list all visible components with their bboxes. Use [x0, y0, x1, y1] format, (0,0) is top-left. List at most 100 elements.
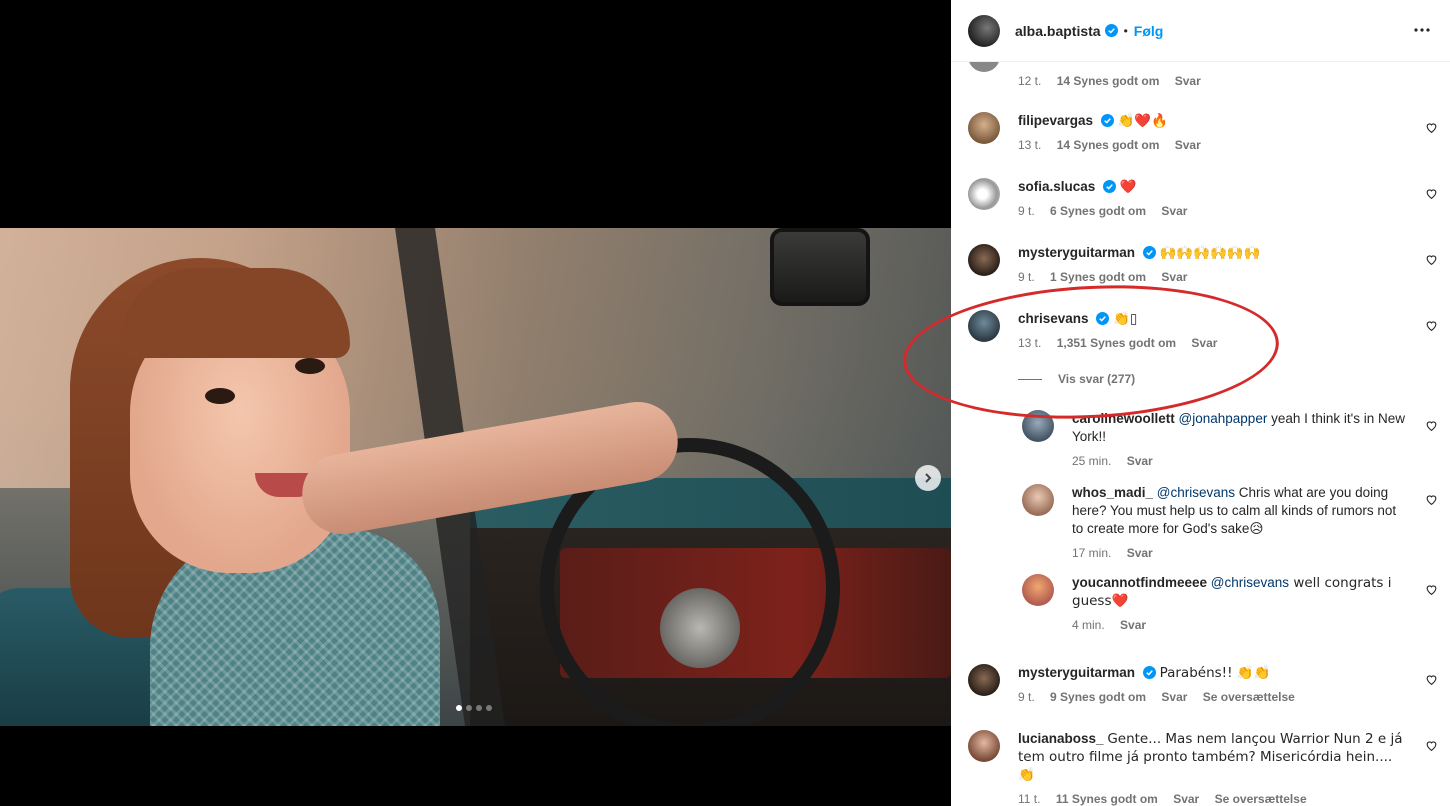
see-translation-button[interactable]: Se oversættelse: [1203, 690, 1295, 704]
comment-likes[interactable]: 9 Synes godt om: [1050, 690, 1146, 704]
comment-likes[interactable]: 6 Synes godt om: [1050, 204, 1146, 218]
avatar[interactable]: [968, 730, 1000, 762]
comment-username[interactable]: filipevargas: [1018, 113, 1093, 128]
reply-button[interactable]: Svar: [1175, 138, 1201, 152]
comment-content: sofia.slucas ❤️ 9 t. 6 Synes godt om Sva…: [1018, 178, 1408, 220]
comment-username[interactable]: lucianaboss_: [1018, 731, 1104, 746]
reply-button[interactable]: Svar: [1175, 74, 1201, 88]
comment-meta: 9 t. 9 Synes godt om Svar Se oversættels…: [1018, 688, 1408, 706]
carousel-indicator: [456, 705, 492, 711]
verified-badge-icon: [1096, 312, 1110, 325]
comment-meta: 13 t. 1,351 Synes godt om Svar: [1018, 334, 1408, 352]
carousel-dot: [466, 705, 472, 711]
avatar[interactable]: [1022, 484, 1054, 516]
comment-username[interactable]: sofia.slucas: [1018, 179, 1095, 194]
avatar[interactable]: [968, 14, 1000, 47]
more-options-icon[interactable]: [1412, 22, 1432, 38]
reply-time: 17 min.: [1072, 546, 1112, 560]
chevron-right-icon: [925, 473, 932, 483]
comment-content: filipevargas 👏❤️🔥 13 t. 14 Synes godt om…: [1018, 112, 1408, 154]
reply-content: whos_madi_ @chrisevans Chris what are yo…: [1072, 484, 1408, 562]
reply-button[interactable]: Svar: [1161, 270, 1187, 284]
avatar[interactable]: [968, 310, 1000, 342]
like-heart-icon[interactable]: [1425, 121, 1438, 134]
like-heart-icon[interactable]: [1425, 187, 1438, 200]
comment-time: 13 t.: [1018, 138, 1042, 152]
comment-likes[interactable]: 1 Synes godt om: [1050, 270, 1146, 284]
comment-item: sofia.slucas ❤️ 9 t. 6 Synes godt om Sva…: [968, 178, 1438, 228]
avatar[interactable]: [968, 112, 1000, 144]
like-heart-icon[interactable]: [1425, 493, 1438, 506]
reply-content: youcannotfindmeeee @chrisevans well cong…: [1072, 574, 1408, 634]
reply-username[interactable]: carolinewoollett: [1072, 411, 1175, 426]
comment-time: 9 t.: [1018, 270, 1035, 284]
reply-button[interactable]: Svar: [1161, 204, 1187, 218]
view-replies-button[interactable]: Vis svar (277): [1018, 372, 1135, 386]
avatar[interactable]: [1022, 574, 1054, 606]
reply-username[interactable]: whos_madi_: [1072, 485, 1153, 500]
post-author-username[interactable]: alba.baptista: [1015, 23, 1101, 39]
reply-button[interactable]: Svar: [1120, 618, 1146, 632]
comment-time: 9 t.: [1018, 204, 1035, 218]
comment-content: mysteryguitarman Parabéns!! 👏👏 9 t. 9 Sy…: [1018, 664, 1408, 706]
reply-mention[interactable]: @jonahpapper: [1179, 411, 1268, 426]
follow-button[interactable]: Følg: [1134, 23, 1164, 39]
reply-button[interactable]: Svar: [1127, 546, 1153, 560]
reply-meta: 17 min. Svar: [1072, 544, 1408, 562]
avatar[interactable]: [968, 664, 1000, 696]
avatar[interactable]: [968, 178, 1000, 210]
like-heart-icon[interactable]: [1425, 319, 1438, 332]
reply-meta: 25 min. Svar: [1072, 452, 1408, 470]
carousel-dot: [476, 705, 482, 711]
reply-mention[interactable]: @chrisevans: [1211, 575, 1289, 590]
comment-item: lucianaboss_ Gente... Mas nem lançou War…: [968, 730, 1438, 806]
person-eye-left: [205, 388, 235, 404]
reply-button[interactable]: Svar: [1173, 792, 1199, 806]
comment-meta: 9 t. 6 Synes godt om Svar: [1018, 202, 1408, 220]
like-heart-icon[interactable]: [1425, 739, 1438, 752]
like-heart-icon[interactable]: [1425, 583, 1438, 596]
comment-text: 👏: [1113, 311, 1130, 327]
reply-item: whos_madi_ @chrisevans Chris what are yo…: [1022, 484, 1438, 566]
comment-username[interactable]: chrisevans: [1018, 311, 1089, 326]
comment-meta: 9 t. 1 Synes godt om Svar: [1018, 268, 1408, 286]
reply-meta: 4 min. Svar: [1072, 616, 1408, 634]
see-translation-button[interactable]: Se oversættelse: [1215, 792, 1307, 806]
comments-panel: alba.baptista • Følg 12 t. 14 Synes godt…: [951, 0, 1450, 806]
comment-meta: 13 t. 14 Synes godt om Svar: [1018, 136, 1408, 154]
next-slide-button[interactable]: [915, 465, 941, 491]
post-photo[interactable]: [0, 228, 951, 726]
reply-username[interactable]: youcannotfindmeeee: [1072, 575, 1207, 590]
comment-content: chrisevans 👏▯ 13 t. 1,351 Synes godt om …: [1018, 310, 1408, 352]
like-heart-icon[interactable]: [1425, 673, 1438, 686]
comment-meta: 11 t. 11 Synes godt om Svar Se oversætte…: [1018, 790, 1408, 806]
like-heart-icon[interactable]: [1425, 419, 1438, 432]
person-eye-right: [295, 358, 325, 374]
reply-button[interactable]: Svar: [1127, 454, 1153, 468]
comment-username[interactable]: mysteryguitarman: [1018, 245, 1135, 260]
reply-mention[interactable]: @chrisevans: [1157, 485, 1235, 500]
comment-username[interactable]: mysteryguitarman: [1018, 665, 1135, 680]
person-bangs: [120, 268, 350, 358]
comment-text: 👏❤️🔥: [1117, 113, 1169, 129]
comment-likes[interactable]: 14 Synes godt om: [1057, 74, 1160, 88]
like-heart-icon[interactable]: [1425, 253, 1438, 266]
comment-item: mysteryguitarman Parabéns!! 👏👏 9 t. 9 Sy…: [968, 664, 1438, 714]
comment-likes[interactable]: 14 Synes godt om: [1057, 138, 1160, 152]
reply-button[interactable]: Svar: [1161, 690, 1187, 704]
comment-item: filipevargas 👏❤️🔥 13 t. 14 Synes godt om…: [968, 112, 1438, 162]
avatar[interactable]: [1022, 410, 1054, 442]
comment-content: mysteryguitarman 🙌🙌🙌🙌🙌🙌 9 t. 1 Synes god…: [1018, 244, 1408, 286]
reply-item: youcannotfindmeeee @chrisevans well cong…: [1022, 574, 1438, 638]
post-media: [0, 0, 951, 806]
avatar[interactable]: [968, 244, 1000, 276]
comment-likes[interactable]: 11 Synes godt om: [1056, 792, 1158, 806]
comment-list[interactable]: 12 t. 14 Synes godt om Svar filipevargas…: [951, 40, 1450, 806]
rearview-mirror: [770, 228, 870, 306]
view-replies-line: [1018, 378, 1042, 380]
comment-likes[interactable]: 1,351 Synes godt om: [1057, 336, 1176, 350]
reply-button[interactable]: Svar: [1191, 336, 1217, 350]
reply-time: 4 min.: [1072, 618, 1105, 632]
comment-time: 12 t.: [1018, 74, 1042, 88]
verified-badge-icon: [1103, 180, 1117, 193]
